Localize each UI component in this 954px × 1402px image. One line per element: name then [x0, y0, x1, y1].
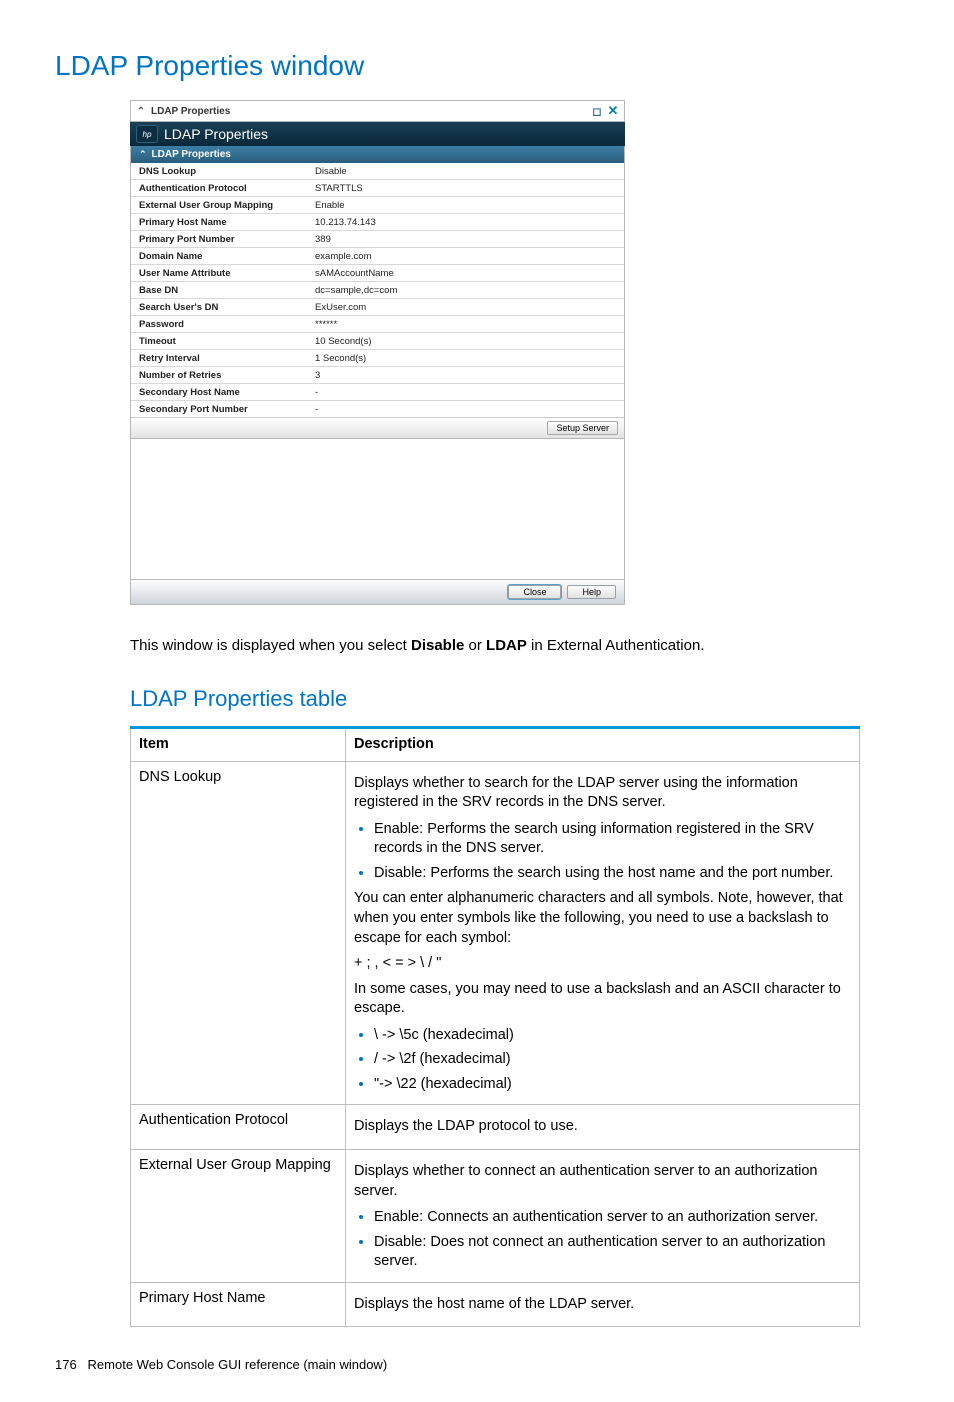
section-title: LDAP Properties window: [55, 50, 899, 82]
ldap-properties-panel: ⌃ LDAP Properties DNS LookupDisableAuthe…: [130, 146, 625, 439]
chevron-up-icon: ⌃: [139, 149, 147, 160]
property-value: Disable: [311, 165, 624, 178]
table-cell-item: External User Group Mapping: [131, 1150, 346, 1283]
property-value: STARTTLS: [311, 182, 624, 195]
panel-header[interactable]: ⌃ LDAP Properties: [131, 146, 624, 163]
property-row: Secondary Host Name-: [131, 383, 624, 400]
property-value: example.com: [311, 250, 624, 263]
property-row: Secondary Port Number-: [131, 400, 624, 417]
property-row: Primary Host Name10.213.74.143: [131, 213, 624, 230]
property-key: Base DN: [131, 284, 311, 297]
window-bottom-bar: Close Help: [130, 579, 625, 605]
table-header-description: Description: [346, 728, 860, 762]
property-key: Search User's DN: [131, 301, 311, 314]
table-cell-desc: Displays whether to search for the LDAP …: [346, 761, 860, 1105]
property-value: sAMAccountName: [311, 267, 624, 280]
banner-title: LDAP Properties: [164, 126, 268, 142]
table-cell-desc: Displays whether to connect an authentic…: [346, 1150, 860, 1283]
close-icon[interactable]: ✕: [606, 105, 620, 117]
table-row: DNS Lookup Displays whether to search fo…: [131, 761, 860, 1105]
property-key: Secondary Host Name: [131, 386, 311, 399]
property-key: Password: [131, 318, 311, 331]
table-header-item: Item: [131, 728, 346, 762]
property-value: ExUser.com: [311, 301, 624, 314]
table-cell-item: Primary Host Name: [131, 1282, 346, 1327]
property-value: 389: [311, 233, 624, 246]
property-key: Domain Name: [131, 250, 311, 263]
table-cell-item: DNS Lookup: [131, 761, 346, 1105]
property-value: 3: [311, 369, 624, 382]
property-row: Retry Interval1 Second(s): [131, 349, 624, 366]
property-key: Primary Port Number: [131, 233, 311, 246]
window-titlebar: ⌃ LDAP Properties ◻ ✕: [130, 100, 625, 122]
hp-logo-icon: hp: [136, 125, 158, 143]
table-cell-desc: Displays the LDAP protocol to use.: [346, 1105, 860, 1150]
hp-banner: hp LDAP Properties: [130, 122, 625, 146]
property-key: DNS Lookup: [131, 165, 311, 178]
subsection-title: LDAP Properties table: [130, 686, 899, 712]
table-row: External User Group Mapping Displays whe…: [131, 1150, 860, 1283]
property-key: User Name Attribute: [131, 267, 311, 280]
table-cell-desc: Displays the host name of the LDAP serve…: [346, 1282, 860, 1327]
page-footer: 176 Remote Web Console GUI reference (ma…: [55, 1357, 899, 1372]
property-key: Timeout: [131, 335, 311, 348]
property-row: Password******: [131, 315, 624, 332]
property-key: Authentication Protocol: [131, 182, 311, 195]
property-row: Timeout10 Second(s): [131, 332, 624, 349]
property-row: Primary Port Number389: [131, 230, 624, 247]
property-row: Domain Nameexample.com: [131, 247, 624, 264]
property-key: Secondary Port Number: [131, 403, 311, 416]
property-key: Primary Host Name: [131, 216, 311, 229]
property-row: External User Group MappingEnable: [131, 196, 624, 213]
window-empty-area: [130, 439, 625, 579]
property-value: 10 Second(s): [311, 335, 624, 348]
close-button[interactable]: Close: [508, 585, 561, 599]
property-value: -: [311, 386, 624, 399]
property-value: 10.213.74.143: [311, 216, 624, 229]
table-row: Primary Host Name Displays the host name…: [131, 1282, 860, 1327]
collapse-icon[interactable]: ⌃: [135, 106, 147, 117]
property-row: Number of Retries3: [131, 366, 624, 383]
property-row: Authentication ProtocolSTARTTLS: [131, 179, 624, 196]
property-row: Search User's DNExUser.com: [131, 298, 624, 315]
panel-footer: Setup Server: [131, 417, 624, 438]
property-value: 1 Second(s): [311, 352, 624, 365]
restore-icon[interactable]: ◻: [590, 105, 604, 117]
panel-header-label: LDAP Properties: [152, 149, 231, 160]
window-title: LDAP Properties: [147, 106, 588, 117]
property-key: Number of Retries: [131, 369, 311, 382]
help-button[interactable]: Help: [567, 585, 616, 599]
property-value: dc=sample,dc=com: [311, 284, 624, 297]
property-row: DNS LookupDisable: [131, 163, 624, 179]
property-value: Enable: [311, 199, 624, 212]
property-key: Retry Interval: [131, 352, 311, 365]
property-row: Base DNdc=sample,dc=com: [131, 281, 624, 298]
table-cell-item: Authentication Protocol: [131, 1105, 346, 1150]
body-paragraph: This window is displayed when you select…: [130, 635, 899, 656]
table-row: Authentication Protocol Displays the LDA…: [131, 1105, 860, 1150]
setup-server-button[interactable]: Setup Server: [547, 421, 618, 435]
property-value: -: [311, 403, 624, 416]
property-value: ******: [311, 318, 624, 331]
ldap-properties-table: Item Description DNS Lookup Displays whe…: [130, 726, 860, 1327]
property-key: External User Group Mapping: [131, 199, 311, 212]
ldap-properties-window: ⌃ LDAP Properties ◻ ✕ hp LDAP Properties…: [130, 100, 625, 605]
property-row: User Name AttributesAMAccountName: [131, 264, 624, 281]
